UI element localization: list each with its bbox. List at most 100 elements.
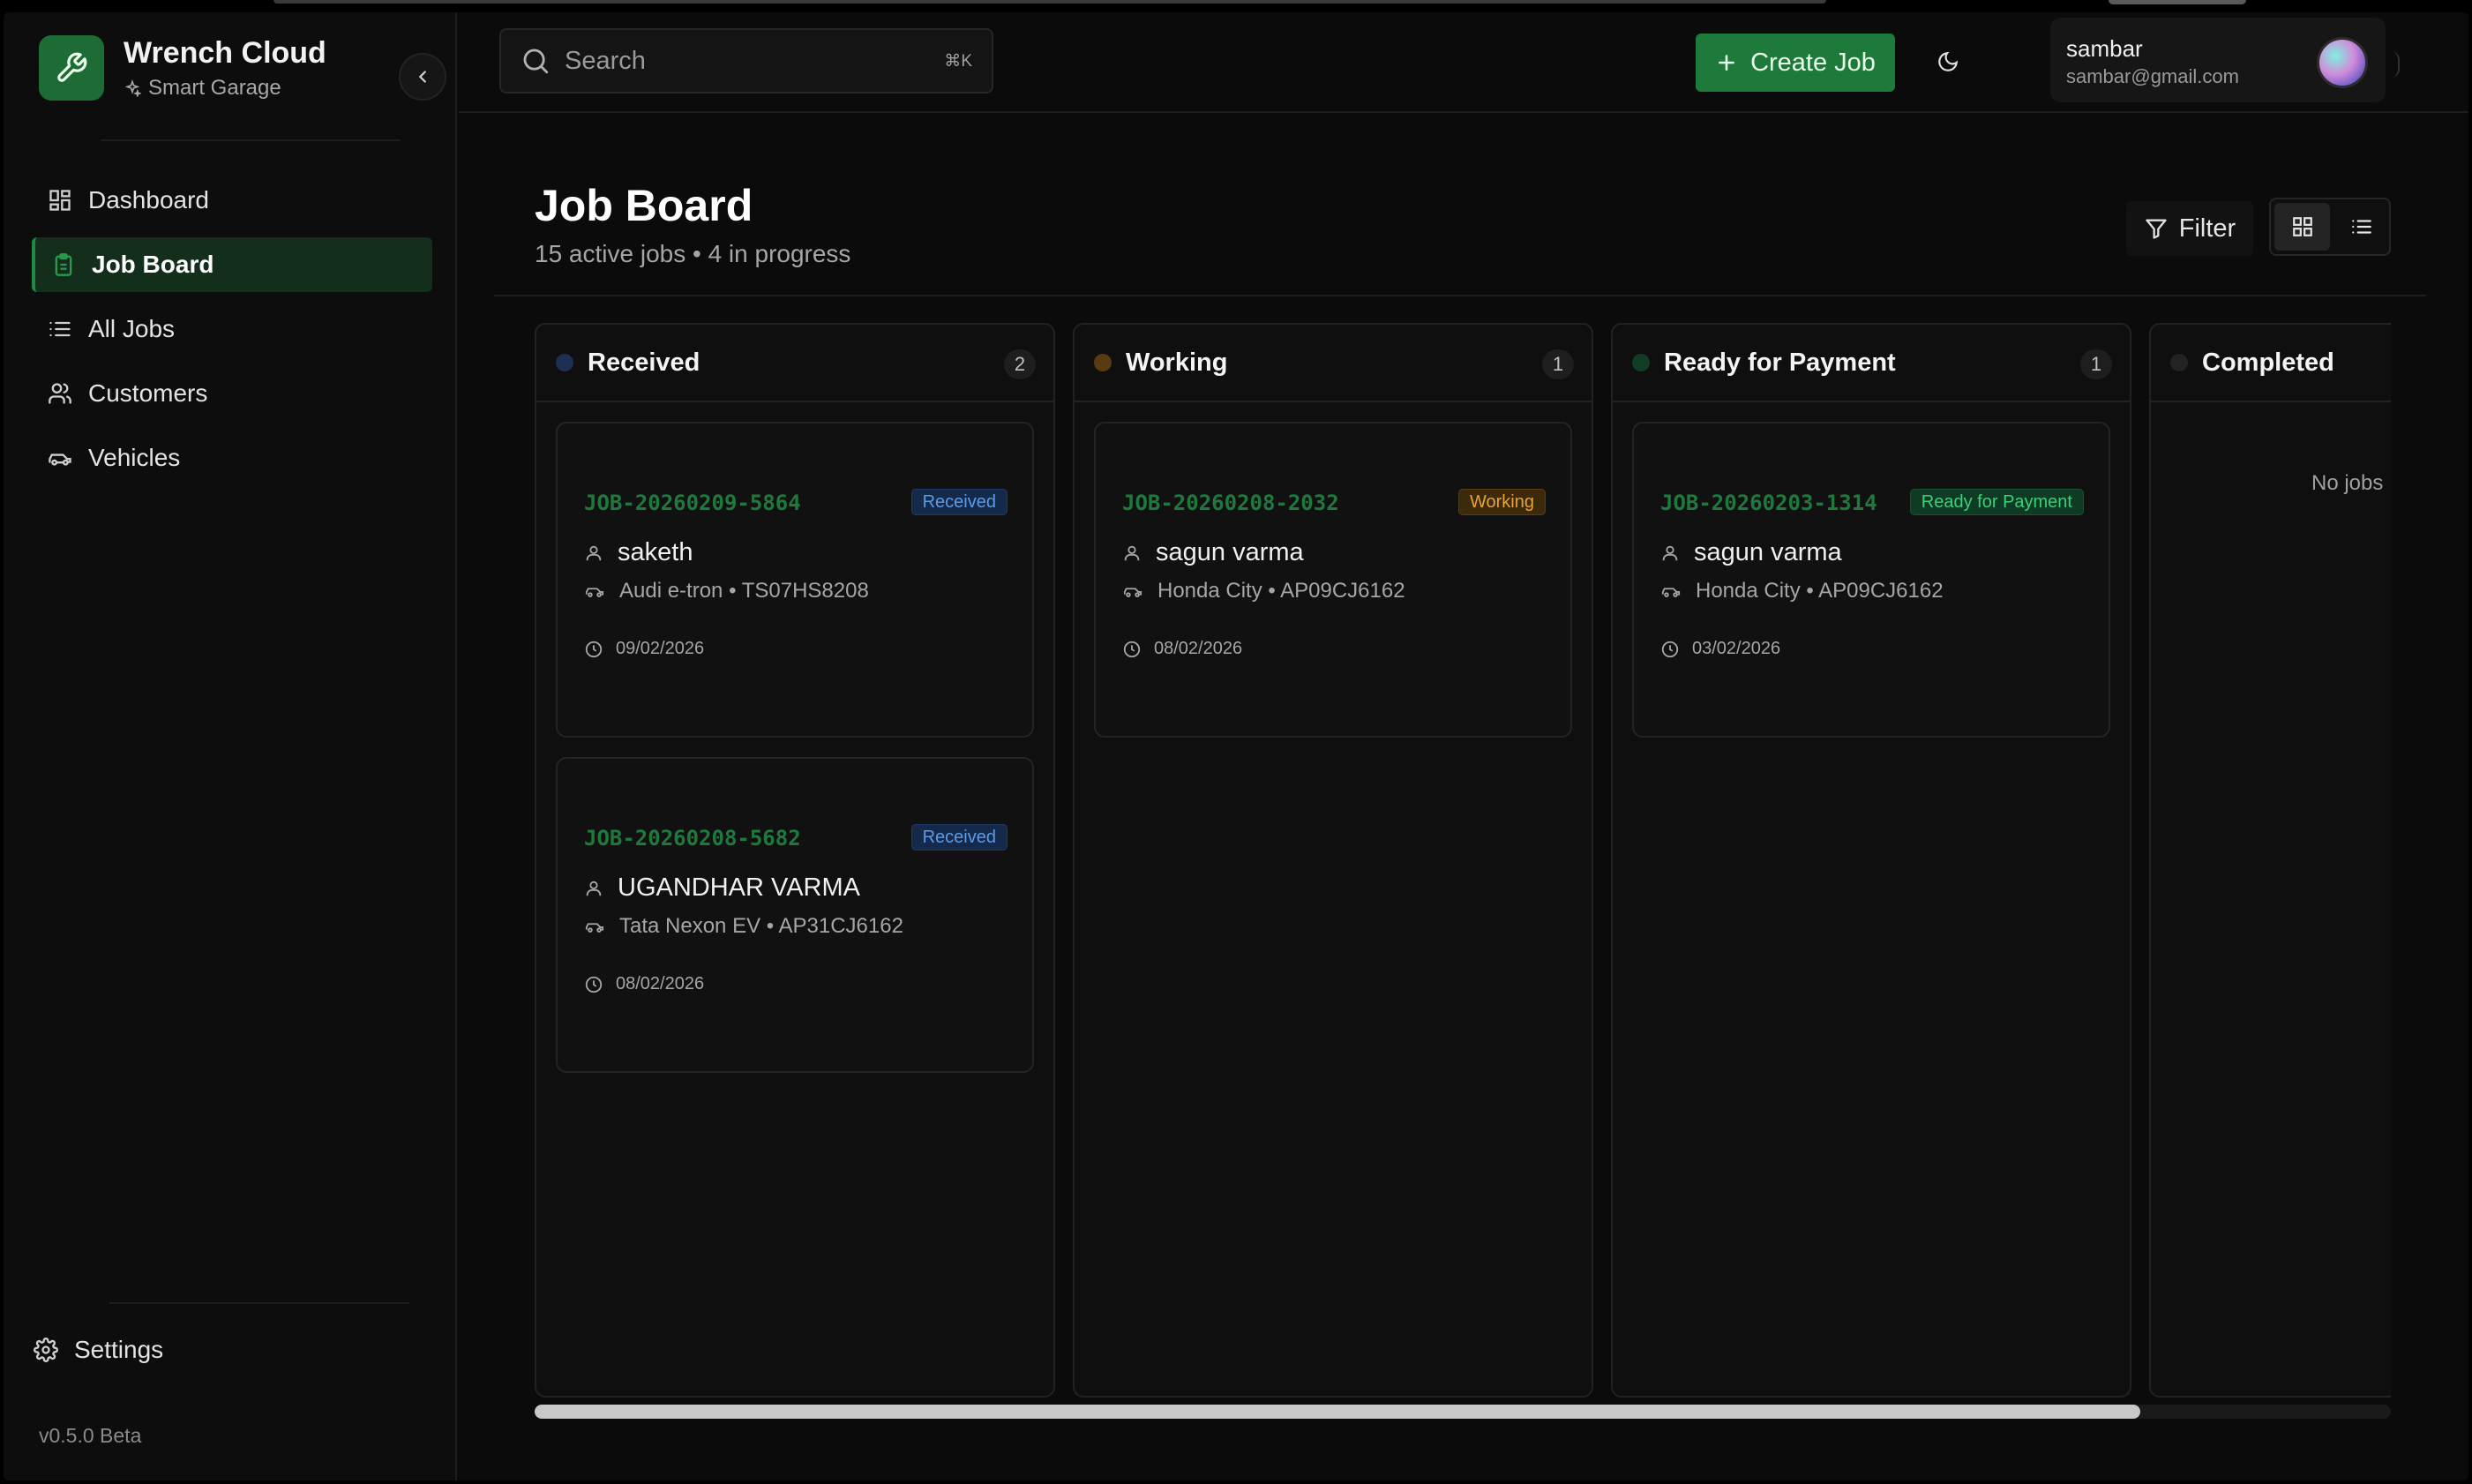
user-email: sambar@gmail.com: [2066, 65, 2239, 87]
filter-button[interactable]: Filter: [2126, 201, 2253, 256]
column-count: 1: [1542, 349, 1574, 379]
customer-name: sagun varma: [1156, 538, 1304, 566]
user-icon: [1662, 545, 1678, 560]
column-title: Ready for Payment: [1664, 348, 1896, 377]
vehicle-row: Honda City • AP09CJ6162: [1660, 579, 1944, 603]
column-header: Working 1: [1075, 325, 1592, 402]
column-title: Working: [1126, 348, 1228, 377]
search-input[interactable]: Search ⌘K: [499, 28, 993, 94]
sidebar-item-job-board[interactable]: Job Board: [32, 237, 432, 292]
customer-row: saketh: [584, 538, 693, 567]
job-id: JOB-20260203-1314: [1660, 491, 1877, 515]
window-top-edge: [273, 0, 1826, 4]
status-badge: Ready for Payment: [1909, 489, 2084, 515]
customer-row: UGANDHAR VARMA: [584, 873, 860, 903]
customer-name: UGANDHAR VARMA: [618, 873, 860, 902]
date-row: 09/02/2026: [584, 639, 704, 659]
sidebar-divider: [101, 139, 401, 141]
customer-name: saketh: [618, 538, 693, 566]
sidebar-item-customers[interactable]: Customers: [32, 366, 432, 421]
create-job-button[interactable]: Create Job: [1696, 34, 1895, 92]
user-name: sambar: [2066, 35, 2143, 62]
app-subtitle-text: Smart Garage: [148, 75, 281, 100]
column-header: Completed: [2151, 325, 2391, 402]
filter-label: Filter: [2178, 214, 2236, 243]
list-icon: [46, 315, 74, 343]
vehicle-row: Honda City • AP09CJ6162: [1122, 579, 1405, 603]
job-card[interactable]: JOB-20260208-2032 Working sagun varma Ho…: [1094, 422, 1572, 738]
user-icon: [586, 881, 602, 896]
list-view-button[interactable]: [2333, 199, 2389, 254]
sidebar-nav: Dashboard Job Board All Jobs Customers V…: [32, 173, 432, 495]
car-icon: [585, 923, 604, 933]
empty-state-text: No jobs: [2311, 471, 2384, 495]
create-job-label: Create Job: [1750, 48, 1876, 77]
page-title: Job Board: [535, 181, 753, 230]
sidebar-item-label: All Jobs: [88, 315, 176, 342]
job-card[interactable]: JOB-20260203-1314 Ready for Payment sagu…: [1632, 422, 2110, 738]
column-completed: Completed No jobs: [2149, 323, 2391, 1398]
job-date: 03/02/2026: [1692, 639, 1781, 658]
job-card[interactable]: JOB-20260209-5864 Received saketh Audi e…: [556, 422, 1034, 738]
moon-icon: [1938, 51, 1959, 71]
vehicle-info: Tata Nexon EV • AP31CJ6162: [619, 914, 903, 938]
status-dot: [1632, 354, 1650, 371]
window-top-edge-right: [2109, 0, 2246, 4]
sidebar-item-vehicles[interactable]: Vehicles: [32, 431, 432, 485]
date-row: 03/02/2026: [1660, 639, 1780, 659]
date-row: 08/02/2026: [1122, 639, 1242, 659]
avatar[interactable]: [2317, 37, 2368, 88]
user-menu[interactable]: sambar sambar@gmail.com: [2050, 18, 2386, 102]
list-icon: [2351, 220, 2371, 234]
column-header: Ready for Payment 1: [1613, 325, 2130, 402]
user-menu-edge: [2391, 51, 2400, 78]
app-name: Wrench Cloud: [124, 35, 326, 70]
status-badge: Working: [1458, 489, 1546, 515]
job-date: 09/02/2026: [616, 639, 705, 658]
clock-icon: [585, 976, 603, 993]
vehicle-row: Audi e-tron • TS07HS8208: [584, 579, 869, 603]
status-dot: [556, 354, 573, 371]
page-subtitle: 15 active jobs • 4 in progress: [535, 240, 851, 267]
status-dot: [2170, 354, 2188, 371]
job-id: JOB-20260208-5682: [584, 826, 801, 851]
search-icon: [523, 49, 549, 74]
column-working: Working 1 JOB-20260208-2032 Working sagu…: [1073, 323, 1593, 1398]
app-subtitle: Smart Garage: [124, 76, 326, 101]
column-count: 1: [2080, 349, 2112, 379]
job-card[interactable]: JOB-20260208-5682 Received UGANDHAR VARM…: [556, 757, 1034, 1073]
sidebar-item-label: Vehicles: [88, 444, 181, 471]
job-board: Received 2 JOB-20260209-5864 Received sa…: [535, 323, 2391, 1399]
grid-view-button[interactable]: [2274, 203, 2330, 251]
search-placeholder: Search: [565, 46, 646, 75]
brand[interactable]: Wrench Cloud Smart Garage: [39, 35, 326, 101]
sidebar-item-all-jobs[interactable]: All Jobs: [32, 302, 432, 356]
theme-toggle-button[interactable]: [1930, 44, 1966, 79]
view-toggle: [2269, 198, 2391, 256]
header-divider: [494, 295, 2426, 296]
customer-row: sagun varma: [1660, 538, 1842, 567]
grid-icon: [2292, 217, 2312, 236]
vehicle-info: Audi e-tron • TS07HS8208: [619, 579, 869, 603]
wrench-icon: [39, 35, 104, 101]
user-icon: [1124, 545, 1140, 560]
customer-name: sagun varma: [1694, 538, 1842, 566]
sidebar-item-settings[interactable]: Settings: [34, 1336, 163, 1364]
board-scrollbar[interactable]: [535, 1405, 2391, 1419]
column-header: Received 2: [536, 325, 1053, 402]
sidebar-item-label: Job Board: [92, 251, 214, 278]
job-date: 08/02/2026: [1154, 639, 1243, 658]
status-badge: Received: [910, 824, 1008, 851]
app-window: Wrench Cloud Smart Garage Dashboard Job …: [4, 12, 2468, 1480]
sidebar-item-label: Dashboard: [88, 186, 209, 214]
car-icon: [46, 444, 74, 472]
sidebar-divider-bottom: [109, 1302, 409, 1304]
sidebar-item-dashboard[interactable]: Dashboard: [32, 173, 432, 228]
collapse-sidebar-button[interactable]: [399, 53, 446, 101]
plus-icon: [1719, 55, 1734, 71]
job-id: JOB-20260208-2032: [1122, 491, 1339, 515]
settings-label: Settings: [74, 1336, 164, 1363]
board-scrollbar-thumb[interactable]: [535, 1405, 2140, 1419]
job-date: 08/02/2026: [616, 974, 705, 993]
job-id: JOB-20260209-5864: [584, 491, 801, 515]
